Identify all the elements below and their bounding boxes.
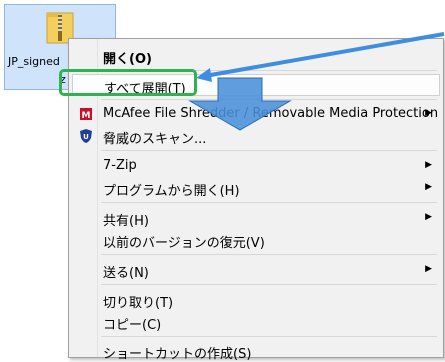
shield-icon: U: [80, 129, 92, 143]
menu-item-7zip[interactable]: 7-Zip ▶: [72, 155, 440, 177]
svg-text:M: M: [82, 111, 91, 121]
menu-separator: [101, 254, 437, 255]
menu-item-copy-label: コピー(C): [103, 318, 162, 333]
menu-item-create-shortcut[interactable]: ショートカットの作成(S): [72, 340, 440, 362]
menu-item-share[interactable]: 共有(H) ▶: [72, 207, 440, 229]
menu-item-open-with[interactable]: プログラムから開く(H) ▶: [72, 177, 440, 199]
mcafee-icon: M: [80, 108, 92, 121]
menu-item-copy[interactable]: コピー(C): [72, 311, 440, 333]
menu-separator: [101, 284, 437, 285]
menu-item-restore[interactable]: 以前のバージョンの復元(V): [72, 229, 440, 251]
menu-item-open[interactable]: 開く(O): [72, 45, 440, 67]
menu-item-7zip-label: 7-Zip: [103, 158, 137, 173]
menu-item-send-to-label: 送る(N): [103, 266, 149, 281]
menu-item-restore-label: 以前のバージョンの復元(V): [103, 236, 265, 251]
submenu-arrow-icon: ▶: [425, 212, 432, 222]
menu-item-open-label: 開く(O): [103, 52, 152, 67]
svg-text:U: U: [83, 133, 89, 141]
submenu-arrow-icon: ▶: [425, 160, 432, 170]
menu-item-send-to[interactable]: 送る(N) ▶: [72, 259, 440, 281]
menu-item-share-label: 共有(H): [103, 214, 149, 229]
menu-item-mcafee-label: McAfee File Shredder / Removable Media P…: [103, 106, 439, 121]
submenu-arrow-icon: ▶: [425, 182, 432, 192]
menu-item-scan[interactable]: U 脅威のスキャン...: [72, 125, 440, 147]
menu-separator: [101, 99, 437, 100]
submenu-arrow-icon: ▶: [425, 264, 432, 274]
menu-separator: [101, 202, 437, 203]
desktop: JP_signed z 開く(O) すべて展開(T) M McAfee File…: [0, 0, 445, 362]
menu-item-create-shortcut-label: ショートカットの作成(S): [103, 347, 252, 362]
menu-separator: [101, 336, 437, 337]
highlight-box: [59, 69, 197, 96]
menu-item-mcafee[interactable]: M McAfee File Shredder / Removable Media…: [72, 103, 440, 125]
menu-item-open-with-label: プログラムから開く(H): [103, 184, 240, 199]
submenu-arrow-icon: ▶: [425, 108, 432, 118]
menu-item-scan-label: 脅威のスキャン...: [103, 132, 207, 147]
menu-item-cut[interactable]: 切り取り(T): [72, 289, 440, 311]
file-name-line1: JP_signed: [8, 55, 60, 68]
menu-item-cut-label: 切り取り(T): [103, 296, 174, 311]
menu-separator: [101, 150, 437, 151]
